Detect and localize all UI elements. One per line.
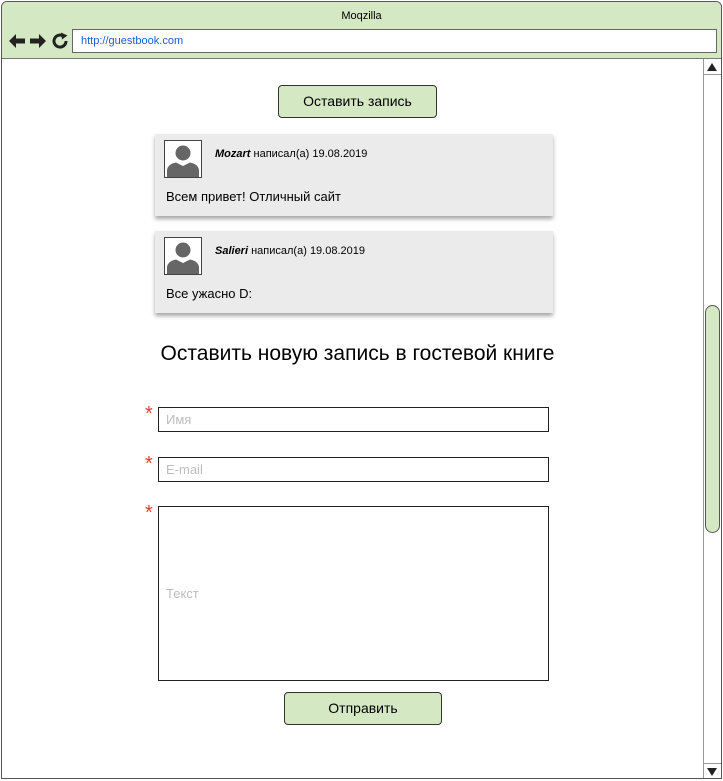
- entry-meta: Mozart написал(а) 19.08.2019: [215, 148, 367, 160]
- add-entry-button[interactable]: Оставить запись: [278, 85, 437, 118]
- message-textarea[interactable]: [158, 506, 549, 681]
- required-mark: *: [145, 453, 153, 475]
- entry-meta: Salieri написал(а) 19.08.2019: [215, 245, 365, 257]
- submit-button[interactable]: Отправить: [284, 692, 442, 725]
- required-mark: *: [145, 502, 153, 524]
- avatar-icon: [164, 140, 202, 178]
- email-input[interactable]: [158, 457, 549, 482]
- entry-author: Mozart: [215, 148, 251, 160]
- avatar-icon: [164, 237, 202, 275]
- scroll-up-button[interactable]: [704, 59, 721, 75]
- entry-author: Salieri: [215, 245, 249, 257]
- triangle-up-icon: [707, 63, 717, 71]
- entry-text: Все ужасно D:: [166, 286, 253, 301]
- url-bar[interactable]: http://guestbook.com: [72, 29, 717, 53]
- triangle-down-icon: [707, 768, 717, 776]
- vertical-scrollbar[interactable]: [703, 59, 721, 778]
- form-title: Оставить новую запись в гостевой книге: [160, 342, 555, 365]
- entry-date: 19.08.2019: [312, 148, 368, 160]
- entry-wrote: написал(а): [253, 148, 310, 160]
- entry-date: 19.08.2019: [309, 245, 365, 257]
- guestbook-entry: Mozart написал(а) 19.08.2019 Всем привет…: [155, 134, 553, 216]
- guestbook-entry: Salieri написал(а) 19.08.2019 Все ужасно…: [155, 231, 553, 313]
- reload-icon[interactable]: [50, 31, 70, 51]
- arrow-left-icon[interactable]: [7, 31, 27, 51]
- browser-titlebar: Moqzilla http://guestbook.com: [2, 2, 721, 59]
- scroll-thumb[interactable]: [705, 305, 720, 533]
- entry-text: Всем привет! Отличный сайт: [166, 189, 341, 204]
- browser-window: Moqzilla http://guestbook.com Оставить з…: [1, 1, 722, 779]
- required-mark: *: [145, 403, 153, 425]
- entry-wrote: написал(а): [251, 245, 307, 257]
- scroll-down-button[interactable]: [704, 763, 721, 778]
- window-title: Moqzilla: [341, 10, 382, 22]
- arrow-right-icon[interactable]: [28, 31, 48, 51]
- name-input[interactable]: [158, 407, 549, 432]
